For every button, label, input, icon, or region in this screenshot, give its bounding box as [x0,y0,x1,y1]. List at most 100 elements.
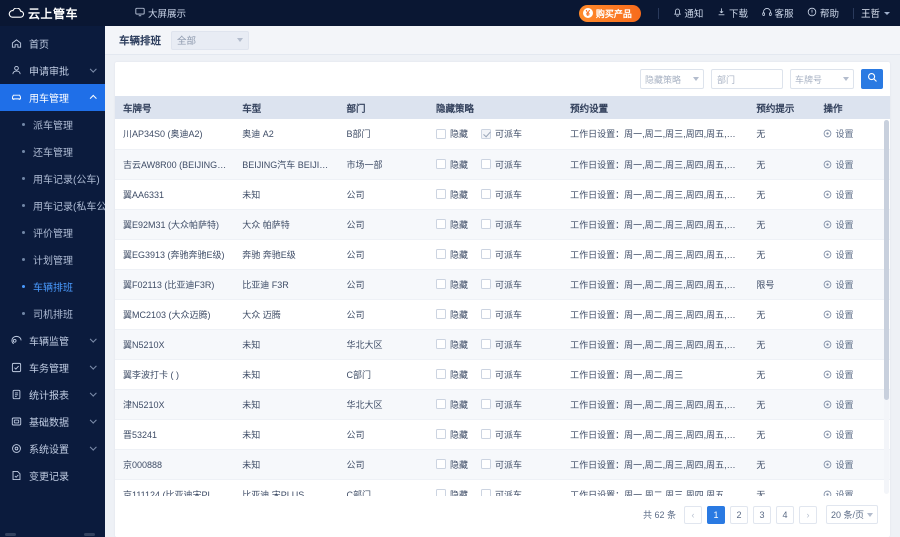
page-size-select[interactable]: 20 条/页 [826,505,878,524]
table-row[interactable]: 翼李波打卡 ( ) 未知 C部门 隐藏 可派车 工作日设置：周一,周二,周三无 设置 [115,359,890,390]
dispatch-checkbox[interactable]: 可派车 [480,308,522,321]
sidebar-subitem-4[interactable]: 还车管理 [0,138,105,165]
next-page-button[interactable]: › [799,505,817,524]
search-button[interactable] [861,69,883,89]
sidebar-item-2[interactable]: 用车管理 [0,84,105,111]
app-logo[interactable]: 云上管车 [0,5,105,22]
sidebar-item-14[interactable]: 基础数据 [0,408,105,435]
hide-checkbox[interactable]: 隐藏 [435,368,468,381]
table-row[interactable]: 京111124 (比亚迪宋PLUS) 比亚迪 宋PLUS C部门 隐藏 可派车 工作日设置… [115,479,890,496]
dispatch-checkbox[interactable]: 可派车 [480,488,522,496]
prev-page-button[interactable]: ‹ [684,505,702,524]
settings-button[interactable]: 设置 [823,218,853,231]
hide-checkbox[interactable]: 隐藏 [435,127,468,140]
home-icon [11,38,22,49]
scope-select[interactable]: 全部 [171,30,249,50]
sidebar-subitem-7[interactable]: 评价管理 [0,219,105,246]
table-row[interactable]: 翼EG3913 (奔驰奔驰E级) 奔驰 奔驰E级 公司 隐藏 可派车 工作日设置：周一,周… [115,239,890,270]
download-label: 下载 [728,9,748,20]
page-button-2[interactable]: 2 [730,505,748,524]
support-button[interactable]: 客服 [762,6,793,20]
settings-button[interactable]: 设置 [823,458,853,471]
dispatch-checkbox[interactable]: 可派车 [480,368,522,381]
table-row[interactable]: 津N5210X 未知 华北大区 隐藏 可派车 工作日设置：周一,周二,周三,周四,周五,周… [115,389,890,420]
dispatch-checkbox[interactable]: 可派车 [480,218,522,231]
hide-checkbox[interactable]: 隐藏 [435,488,468,496]
notifications-button[interactable]: 通知 [673,6,704,20]
dispatch-checkbox[interactable]: 可派车 [480,158,522,171]
dispatch-checkbox[interactable]: 可派车 [480,278,522,291]
table-row[interactable]: 晋53241 未知 公司 隐藏 可派车 工作日设置：周一,周二,周三,周四,周五,周六,周… [115,419,890,450]
settings-button[interactable]: 设置 [823,308,853,321]
sidebar: 首页申请审批用车管理派车管理还车管理用车记录(公车) 用车记录(私车公用) 评价管理… [0,26,105,537]
sidebar-item-1[interactable]: 申请审批 [0,57,105,84]
hide-policy-select[interactable]: 隐藏策略 [640,69,704,89]
dispatch-checkbox[interactable]: 可派车 [480,458,522,471]
plate-select[interactable]: 车牌号 [790,69,854,89]
cell-plate: 京000888 [115,449,235,480]
dispatch-checkbox[interactable]: 可派车 [480,338,522,351]
dispatch-checkbox[interactable]: 可派车 [480,428,522,441]
hide-checkbox[interactable]: 隐藏 [435,308,468,321]
user-menu[interactable]: 王哲 [861,6,890,20]
sidebar-subitem-6[interactable]: 用车记录(私车公用) [0,192,105,219]
sidebar-item-0[interactable]: 首页 [0,30,105,57]
table-row[interactable]: 川AP34S0 (奥迪A2) 奥迪 A2 B部门 隐藏 可派车 工作日设置：周一,周二,周… [115,119,890,150]
hide-checkbox[interactable]: 隐藏 [435,158,468,171]
settings-button[interactable]: 设置 [823,248,853,261]
hide-checkbox[interactable]: 隐藏 [435,398,468,411]
page-button-1[interactable]: 1 [707,505,725,524]
settings-button[interactable]: 设置 [823,188,853,201]
hide-checkbox[interactable]: 隐藏 [435,278,468,291]
settings-button[interactable]: 设置 [823,278,853,291]
sidebar-subitem-9[interactable]: 车辆排班 [0,273,105,300]
page-button-4[interactable]: 4 [776,505,794,524]
table-row[interactable]: 翼MC2103 (大众迈腾) 大众 迈腾 公司 隐藏 可派车 工作日设置：周一,周二,周三… [115,299,890,330]
hide-checkbox[interactable]: 隐藏 [435,458,468,471]
hide-checkbox[interactable]: 隐藏 [435,248,468,261]
settings-button[interactable]: 设置 [823,338,853,351]
sidebar-subitem-10[interactable]: 司机排班 [0,300,105,327]
settings-button[interactable]: 设置 [823,158,853,171]
sidebar-item-16[interactable]: 变更记录 [0,462,105,489]
settings-button[interactable]: 设置 [823,368,853,381]
hide-checkbox[interactable]: 隐藏 [435,338,468,351]
dispatch-checkbox[interactable]: 可派车 [480,398,522,411]
table-vscrollbar[interactable] [884,120,889,494]
table-row[interactable]: 翼N5210X 未知 华北大区 隐藏 可派车 工作日设置：周一,周二,周三,周四,周五,周… [115,329,890,360]
nav-big-screen[interactable]: 大屏展示 [135,6,186,20]
table-row[interactable]: 翼E92M31 (大众帕萨特) 大众 帕萨特 公司 隐藏 可派车 工作日设置：周一,周二,… [115,209,890,240]
table-row[interactable]: 京000888 未知 公司 隐藏 可派车 工作日设置：周一,周二,周三,周四,周五,周六,… [115,449,890,480]
dispatch-checkbox[interactable]: 可派车 [480,188,522,201]
table-row[interactable]: 吉云AW8R00 (BEIJING汽... BEIJING汽车 BEIJING-X… [115,149,890,180]
settings-button[interactable]: 设置 [823,127,853,140]
sidebar-item-11[interactable]: 车辆监管 [0,327,105,354]
scroll-thumb-left[interactable] [5,533,16,536]
page-button-3[interactable]: 3 [753,505,771,524]
table-row[interactable]: 翼AA6331 未知 公司 隐藏 可派车 工作日设置：周一,周二,周三,周四,周五,周六,… [115,179,890,210]
buy-product-button[interactable]: ¥ 购买产品 [578,4,641,22]
hide-checkbox[interactable]: 隐藏 [435,428,468,441]
sidebar-subitem-8[interactable]: 计划管理 [0,246,105,273]
department-input[interactable]: 部门 [711,69,783,89]
settings-button[interactable]: 设置 [823,398,853,411]
settings-button-label: 设置 [835,369,854,380]
table-row[interactable]: 翼F02113 (比亚迪F3R) 比亚迪 F3R 公司 隐藏 可派车 工作日设置：周一,周… [115,269,890,300]
hide-checkbox[interactable]: 隐藏 [435,188,468,201]
sidebar-item-12[interactable]: 车务管理 [0,354,105,381]
notifications-label: 通知 [684,9,704,20]
sidebar-subitem-3[interactable]: 派车管理 [0,111,105,138]
scroll-thumb[interactable] [884,120,889,400]
hide-checkbox[interactable]: 隐藏 [435,218,468,231]
sidebar-item-15[interactable]: 系统设置 [0,435,105,462]
dispatch-checkbox[interactable]: 可派车 [480,248,522,261]
settings-button[interactable]: 设置 [823,488,853,496]
sidebar-item-13[interactable]: 统计报表 [0,381,105,408]
help-button[interactable]: 帮助 [807,6,839,20]
download-button[interactable]: 下载 [717,6,748,20]
scroll-thumb-right[interactable] [84,533,95,536]
dispatch-checkbox[interactable]: 可派车 [480,127,522,140]
sidebar-hscrollbar[interactable] [0,530,105,537]
settings-button[interactable]: 设置 [823,428,853,441]
sidebar-subitem-5[interactable]: 用车记录(公车) [0,165,105,192]
